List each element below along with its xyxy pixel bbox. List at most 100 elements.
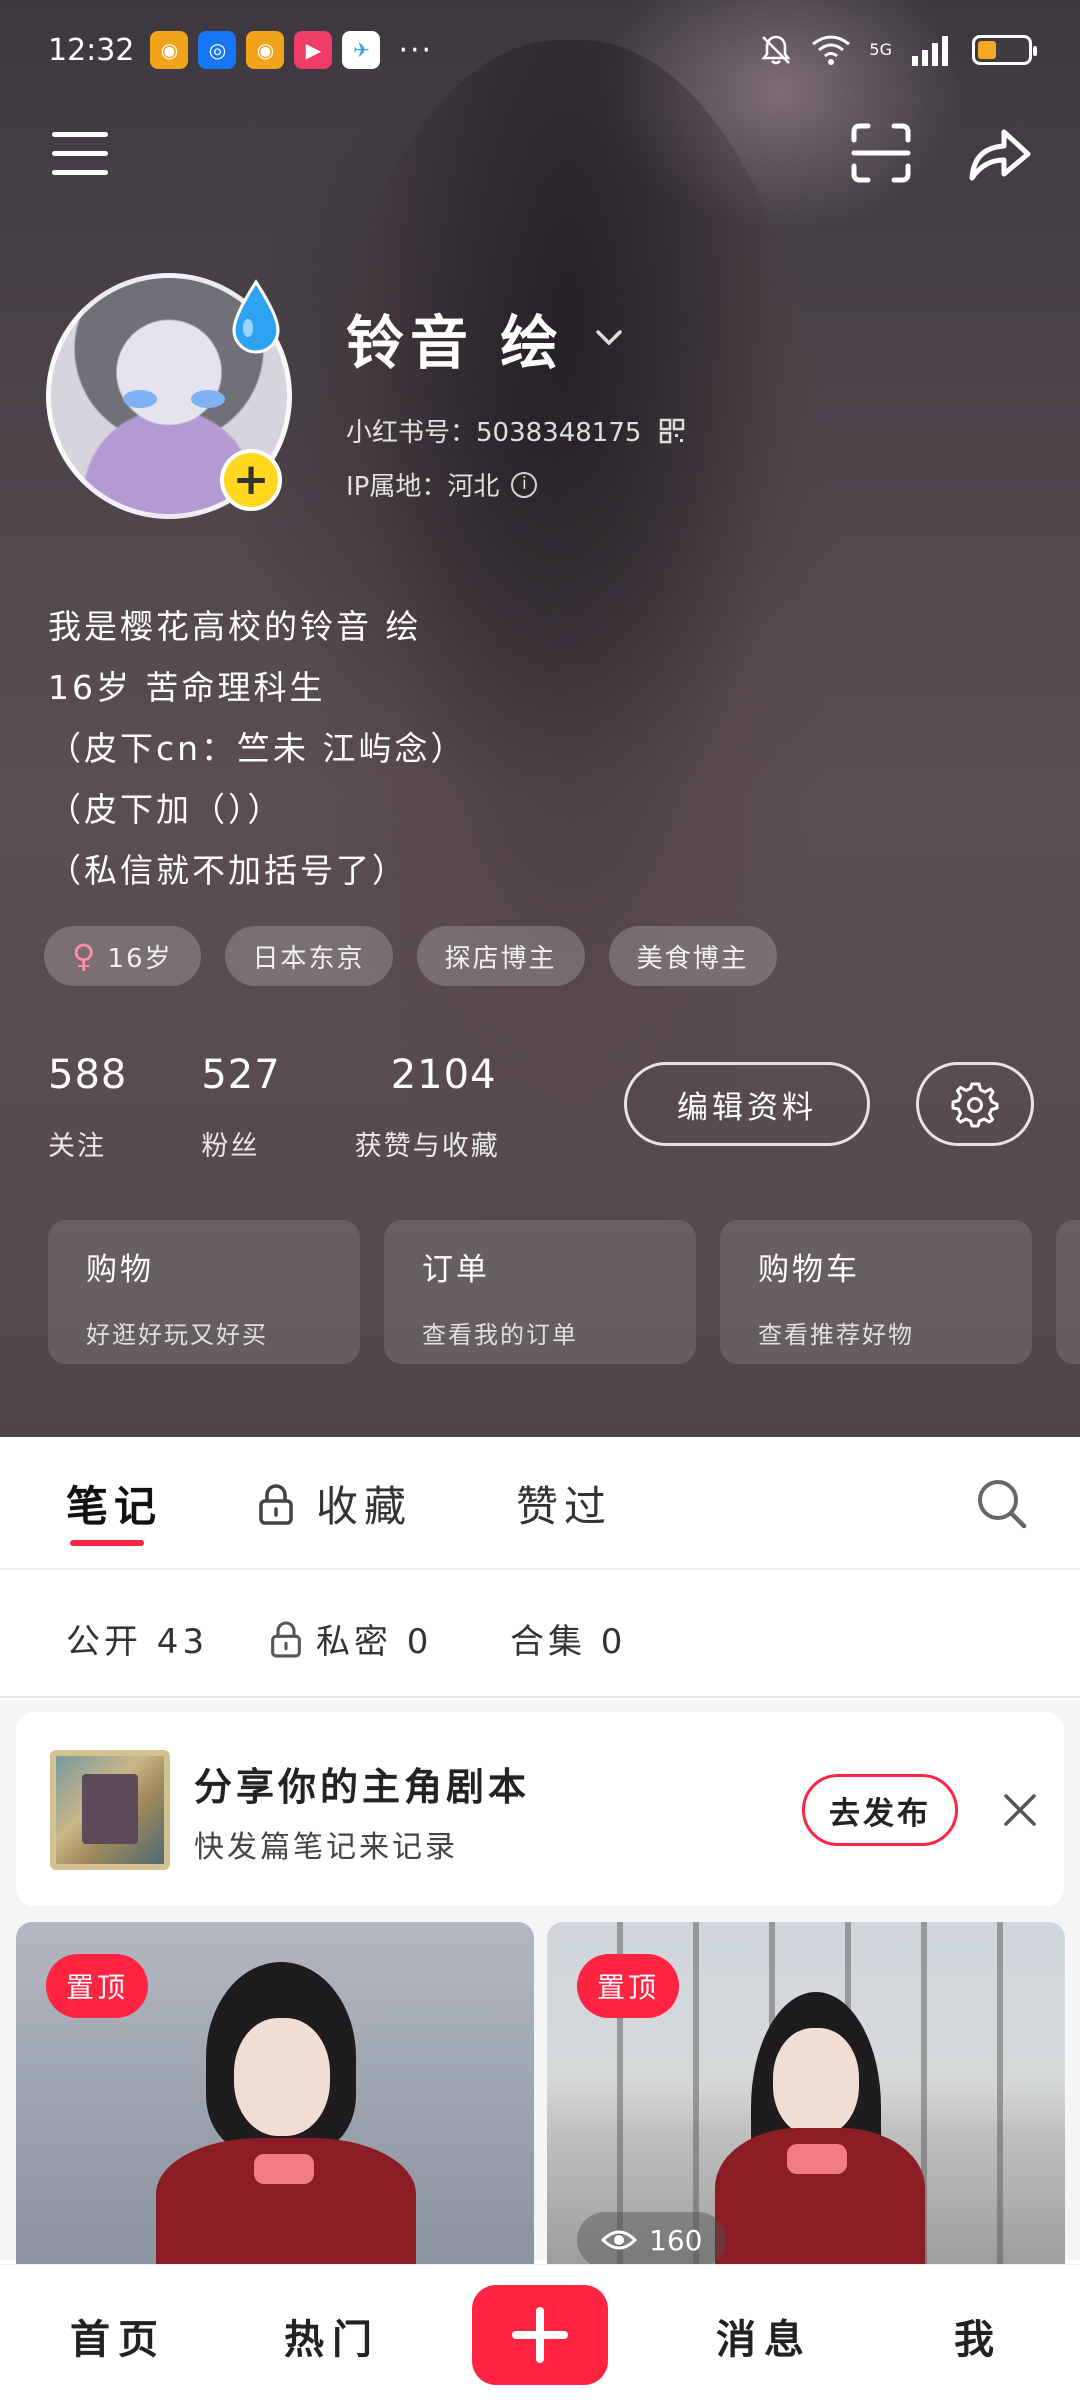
messenger-icon: ✈	[342, 31, 381, 69]
shop-card-title: 订单	[422, 1252, 490, 1288]
profile-id: 小红书号：5038348175	[346, 418, 642, 448]
ip-location: IP属地：河北	[346, 472, 500, 502]
female-icon: ♀	[72, 937, 98, 975]
promo-title: 分享你的主角剧本	[194, 1765, 531, 1809]
tag-age[interactable]: ♀ 16岁	[44, 926, 201, 986]
note-card[interactable]: 置顶	[16, 1922, 534, 2267]
stat-label: 关注	[48, 1131, 106, 1162]
status-time: 12:32	[48, 32, 135, 68]
create-post-button[interactable]	[472, 2285, 608, 2385]
shop-card-title: 购物车	[758, 1252, 860, 1288]
plus-icon	[512, 2307, 568, 2363]
shop-card-subtitle: 好逛好玩又好买	[86, 1321, 268, 1349]
ip-location-row: IP属地：河北 i	[346, 466, 538, 503]
bio-line: （私信就不加括号了）	[48, 851, 408, 890]
tag-role[interactable]: 美食博主	[608, 926, 777, 986]
weibo-icon: ◉	[150, 31, 189, 69]
bio-line: 16岁 苦命理科生	[48, 668, 326, 707]
profile-name: 铃音 绘	[346, 309, 565, 377]
tag-location[interactable]: 日本东京	[224, 926, 393, 986]
status-bar: 12:32 ◉ ◎ ◉ ▶ ✈ ··· 5G	[0, 0, 1080, 100]
wifi-icon	[812, 35, 851, 65]
name-row[interactable]: 铃音 绘	[346, 296, 624, 380]
network-type-label: 5G	[869, 40, 892, 59]
pinned-badge: 置顶	[577, 1954, 680, 2018]
bottom-navigation: 首页 热门 消息 我	[0, 2264, 1080, 2400]
view-count: 160	[577, 2212, 727, 2267]
stat-value: 2104	[390, 1052, 497, 1098]
eye-icon	[601, 2230, 637, 2250]
water-drop-icon	[232, 279, 280, 354]
status-indicators: 5G	[759, 33, 1037, 67]
mute-icon	[761, 35, 792, 65]
tab-collections[interactable]: 收藏	[258, 1473, 412, 1534]
view-count-value: 160	[649, 2223, 703, 2257]
menu-icon[interactable]	[52, 132, 108, 178]
chevron-down-icon[interactable]	[594, 323, 624, 353]
filter-public[interactable]: 公开 43	[66, 1614, 208, 1663]
publish-prompt-card: 分享你的主角剧本 快发篇笔记来记录 去发布	[16, 1712, 1064, 1906]
profile-tabs: 笔记 收藏 赞过	[0, 1437, 1080, 1570]
tab-notes[interactable]: 笔记	[66, 1473, 162, 1534]
active-tab-indicator	[70, 1540, 144, 1546]
edit-profile-button[interactable]: 编辑资料	[624, 1062, 870, 1146]
promo-subtitle: 快发篇笔记来记录	[194, 1830, 458, 1865]
shop-card-title: 购物	[86, 1252, 154, 1288]
bio-line: （皮下加（））	[48, 790, 284, 829]
nav-me[interactable]: 我	[954, 2307, 1002, 2365]
battery-icon	[972, 35, 1037, 65]
shop-card-subtitle: 查看我的订单	[422, 1321, 578, 1349]
stat-label: 粉丝	[201, 1131, 260, 1162]
tag-label: 探店博主	[444, 943, 557, 974]
filter-private[interactable]: 私密 0	[270, 1614, 432, 1663]
promo-thumbnail	[50, 1750, 170, 1870]
tab-label: 收藏	[316, 1482, 413, 1531]
shop-card-shopping[interactable]: 购物 好逛好玩又好买	[48, 1220, 360, 1364]
tab-liked[interactable]: 赞过	[516, 1473, 612, 1534]
note-card[interactable]: 置顶 160	[547, 1922, 1065, 2267]
settings-button[interactable]	[916, 1062, 1034, 1146]
tag-label: 美食博主	[636, 943, 749, 974]
stat-following[interactable]: 588 关注	[48, 1052, 127, 1163]
shop-card-cart[interactable]: 购物车 查看推荐好物	[720, 1220, 1032, 1364]
profile-header: 12:32 ◉ ◎ ◉ ▶ ✈ ··· 5G + 铃音 绘 小红书号：50383…	[0, 0, 1080, 1437]
shop-card-more[interactable]	[1056, 1220, 1080, 1364]
nav-hot[interactable]: 热门	[284, 2307, 380, 2365]
add-avatar-icon[interactable]: +	[220, 449, 282, 511]
profile-tags: ♀ 16岁 日本东京 探店博主 美食博主	[44, 926, 777, 986]
tag-label: 16岁	[107, 943, 173, 974]
more-notifications-icon: ···	[398, 32, 434, 68]
tag-role[interactable]: 探店博主	[416, 926, 585, 986]
nav-home[interactable]: 首页	[70, 2307, 166, 2365]
profile-id-row: 小红书号：5038348175	[346, 412, 685, 449]
pinned-badge: 置顶	[46, 1954, 149, 2018]
lock-icon	[271, 1621, 301, 1657]
publish-button[interactable]: 去发布	[802, 1774, 958, 1846]
profile-stats: 588 关注 527 粉丝 2104 获赞与收藏	[48, 1052, 574, 1163]
stat-value: 527	[201, 1052, 281, 1098]
share-icon[interactable]	[966, 122, 1032, 184]
search-icon[interactable]	[976, 1478, 1028, 1530]
info-icon[interactable]: i	[511, 471, 538, 498]
filter-albums[interactable]: 合集 0	[510, 1614, 626, 1663]
stat-value: 588	[48, 1052, 128, 1098]
video-app-icon: ▶	[294, 31, 333, 69]
shop-card-subtitle: 查看推荐好物	[758, 1321, 914, 1349]
qr-code-icon[interactable]	[659, 418, 685, 444]
stat-label: 获赞与收藏	[354, 1131, 500, 1162]
browser-icon: ◎	[198, 31, 237, 69]
stat-followers[interactable]: 527 粉丝	[201, 1052, 280, 1163]
bio-line: 我是樱花高校的铃音 绘	[48, 607, 422, 646]
shop-card-orders[interactable]: 订单 查看我的订单	[384, 1220, 696, 1364]
close-icon[interactable]	[1000, 1790, 1040, 1830]
top-action-bar	[0, 110, 1080, 200]
lock-icon	[259, 1483, 293, 1525]
gear-icon	[951, 1082, 999, 1128]
tag-label: 日本东京	[252, 943, 365, 974]
notes-filter-bar: 公开 43 私密 0 合集 0	[0, 1570, 1080, 1698]
nav-messages[interactable]: 消息	[716, 2307, 812, 2365]
profile-bio: 我是樱花高校的铃音 绘 16岁 苦命理科生 （皮下cn：竺未 江屿念） （皮下加…	[48, 596, 467, 901]
stat-likes[interactable]: 2104 获赞与收藏	[355, 1052, 500, 1163]
filter-label: 私密 0	[316, 1622, 433, 1662]
scan-icon[interactable]	[850, 122, 912, 184]
